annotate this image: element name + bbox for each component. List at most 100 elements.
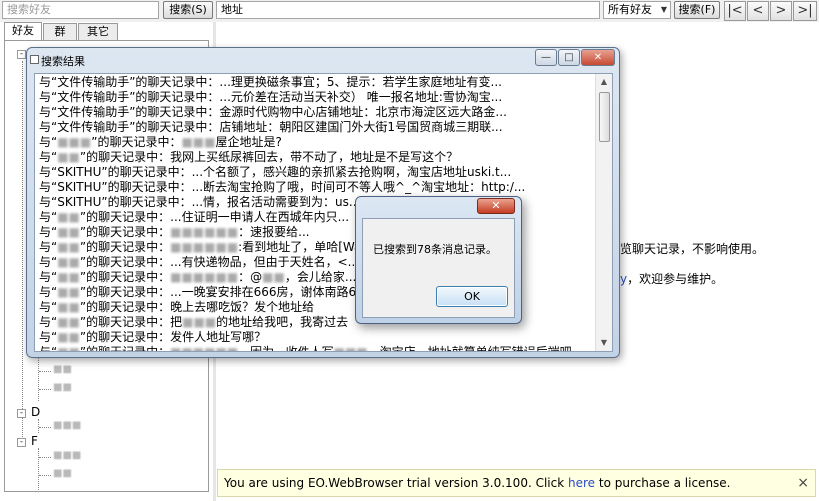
result-text: 与“ xyxy=(39,300,58,314)
result-text: ，因为...收件人写 xyxy=(238,345,334,352)
result-text: ”的聊天记录中：...住证明一申请人在西城 xyxy=(79,210,302,224)
result-text: 与“SKITHU”的聊天记录中：...个名额了，感兴趣的亲抓紧去抢购啊，淘宝店地… xyxy=(39,165,512,179)
keyword-search-button[interactable]: 搜索(F) xyxy=(674,1,720,19)
redacted-name: ■■■■■■ xyxy=(170,225,239,239)
redacted-name: ■■■ xyxy=(57,135,92,149)
tree-contact-item[interactable]: ■■■ xyxy=(53,420,81,431)
result-text: 与“SKITHU”的聊天记录中：...情，报名活动需要到 xyxy=(39,195,312,209)
redacted-name: ■■■ xyxy=(182,315,217,329)
redacted-name: ■■ xyxy=(57,300,80,314)
result-text: 与“ xyxy=(39,210,58,224)
result-text: ”的聊天记录中：我网上买纸尿裤回去，带不动了，地址是不是写这个？ xyxy=(79,150,459,164)
result-text: ”的聊天记录中：把 xyxy=(79,315,183,329)
result-text: 年内只... xyxy=(301,210,350,224)
result-text: ”的聊天记录中： xyxy=(79,345,171,352)
result-text: ，淘宝店，地址就算单纯写错误后端吧 xyxy=(367,345,572,352)
result-text: 为：us... xyxy=(311,195,361,209)
redacted-name: ■■ xyxy=(57,150,80,164)
chevron-down-icon: ▼ xyxy=(660,5,667,14)
keyword-search-input[interactable]: 地址 xyxy=(216,1,600,19)
result-line[interactable]: 与“■■■”的聊天记录中：■■■屋企地址是? xyxy=(39,135,595,150)
result-line[interactable]: 与“■■”的聊天记录中：我网上买纸尿裤回去，带不动了，地址是不是写这个？ xyxy=(39,150,595,165)
banner-text: to purchase a license. xyxy=(595,476,731,490)
redacted-name: ■■ xyxy=(57,225,80,239)
scope-select[interactable]: 所有好友 ▼ xyxy=(603,1,671,19)
vertical-scrollbar[interactable]: ▲ ▼ xyxy=(595,74,612,351)
scroll-down-icon[interactable]: ▼ xyxy=(596,335,612,351)
tree-group-f[interactable]: F xyxy=(31,434,38,448)
friend-search-button[interactable]: 搜索(S) xyxy=(163,1,213,19)
tree-contact-item[interactable]: ■■ xyxy=(53,468,72,479)
result-text: 与“ xyxy=(39,225,58,239)
result-text: ”的聊天记录中：...一晚宴安排在666房，谢 xyxy=(79,285,313,299)
result-text: 屋企地址是? xyxy=(215,135,282,149)
browser-text-line: 览聊天记录，不影响使用。 xyxy=(620,242,765,256)
result-text: ”的聊天记录中： xyxy=(79,270,171,284)
result-text: 会儿给家... xyxy=(296,270,357,284)
friend-search-input[interactable]: 搜索好友 xyxy=(2,1,159,19)
ok-button[interactable]: OK xyxy=(436,286,508,307)
first-page-button[interactable]: |< xyxy=(724,1,746,21)
result-text: 与“ xyxy=(39,315,58,329)
result-text: 与“ xyxy=(39,150,58,164)
tab-friends[interactable]: 好友 xyxy=(4,22,42,41)
next-page-button[interactable]: > xyxy=(770,1,792,21)
redacted-name: ■■■■■■ xyxy=(170,270,239,284)
close-button[interactable]: ✕ xyxy=(581,49,615,66)
tab-groups[interactable]: 群 xyxy=(43,23,77,40)
result-text: ”的聊天记录中： xyxy=(79,240,171,254)
result-text: 与“ xyxy=(39,345,58,352)
result-text: 与“ xyxy=(39,240,58,254)
result-text: 与“ xyxy=(39,270,58,284)
scope-select-value: 所有好友 xyxy=(608,3,652,16)
tree-expander-collapse[interactable]: - xyxy=(17,438,26,447)
redacted-name: ■■■■■■ xyxy=(170,345,239,352)
close-icon[interactable]: × xyxy=(797,470,809,496)
dialog-message: 已搜索到78条消息记录。 xyxy=(373,243,497,256)
results-list-box[interactable]: 与“文件传输助手”的聊天记录中：...理更换磁条事宜；5、提示：若学生家庭地址有… xyxy=(34,73,613,352)
result-line[interactable]: 与“SKITHU”的聊天记录中：...断去淘宝抢购了哦，时间可不等人哦^_^淘宝… xyxy=(39,180,595,195)
result-text: 的地址给我吧，我寄过去 xyxy=(216,315,349,329)
last-page-button[interactable]: >| xyxy=(793,1,817,21)
purchase-license-link[interactable]: here xyxy=(568,476,595,490)
result-text: ：@ xyxy=(238,270,263,284)
tree-connector xyxy=(39,371,51,372)
scrollbar-thumb[interactable] xyxy=(599,92,610,142)
minimize-button[interactable]: — xyxy=(535,49,557,66)
tree-expander-collapse[interactable]: - xyxy=(17,50,26,59)
result-text: ， xyxy=(284,270,297,284)
result-line[interactable]: 与“SKITHU”的聊天记录中：...个名额了，感兴趣的亲抓紧去抢购啊，淘宝店地… xyxy=(39,165,595,180)
banner-text: You are using EO.WebBrowser trial versio… xyxy=(224,476,568,490)
redacted-name: ■■ xyxy=(57,270,80,284)
result-text: 与“ xyxy=(39,285,58,299)
trial-license-banner: You are using EO.WebBrowser trial versio… xyxy=(217,469,816,497)
result-text: 与“SKITHU”的聊天记录中：...断去淘宝抢购了哦，时间可不等人哦^_^淘宝… xyxy=(39,180,526,194)
result-line[interactable]: 与“■■”的聊天记录中：■■■■■■，因为...收件人写■■■，淘宝店，地址就算… xyxy=(39,345,595,352)
result-line[interactable]: 与“文件传输助手”的聊天记录中：店铺地址：朝阳区建国门外大街1号国贸商城三期联.… xyxy=(39,120,595,135)
result-text: 与“ xyxy=(39,135,58,149)
tab-others[interactable]: 其它 xyxy=(78,23,118,40)
tree-group-d[interactable]: D xyxy=(31,405,40,419)
result-line[interactable]: 与“■■”的聊天记录中：发件人地址写哪？ xyxy=(39,330,595,345)
redacted-name: ■■ xyxy=(57,255,80,269)
dialog-close-button[interactable]: ✕ xyxy=(477,198,515,214)
tree-contact-item[interactable]: ■■■ xyxy=(53,450,81,461)
redacted-name: ■■ xyxy=(57,240,80,254)
tree-contact-item[interactable]: ■■ xyxy=(53,364,72,375)
redacted-name: ■■ xyxy=(262,270,285,284)
scroll-up-icon[interactable]: ▲ xyxy=(596,74,612,90)
tree-contact-item[interactable]: ■■ xyxy=(53,382,72,393)
tree-connector xyxy=(22,61,23,441)
window-icon xyxy=(30,55,39,64)
result-text: ”的聊天记录中：发件人地址写哪？ xyxy=(79,330,267,344)
result-text: 与“ xyxy=(39,255,58,269)
result-line[interactable]: 与“文件传输助手”的聊天记录中：...理更换磁条事宜；5、提示：若学生家庭地址有… xyxy=(39,75,595,90)
maximize-button[interactable]: □ xyxy=(558,49,580,66)
result-line[interactable]: 与“文件传输助手”的聊天记录中：...元价差在活动当天补交） 唯一报名地址:雪协… xyxy=(39,90,595,105)
redacted-name: ■■ xyxy=(57,315,80,329)
tree-connector xyxy=(39,475,51,476)
previous-page-button[interactable]: < xyxy=(747,1,769,21)
tree-expander-collapse[interactable]: - xyxy=(17,409,26,418)
tree-connector xyxy=(39,457,51,458)
result-line[interactable]: 与“文件传输助手”的聊天记录中：金源时代购物中心店铺地址：北京市海淀区远大路金.… xyxy=(39,105,595,120)
